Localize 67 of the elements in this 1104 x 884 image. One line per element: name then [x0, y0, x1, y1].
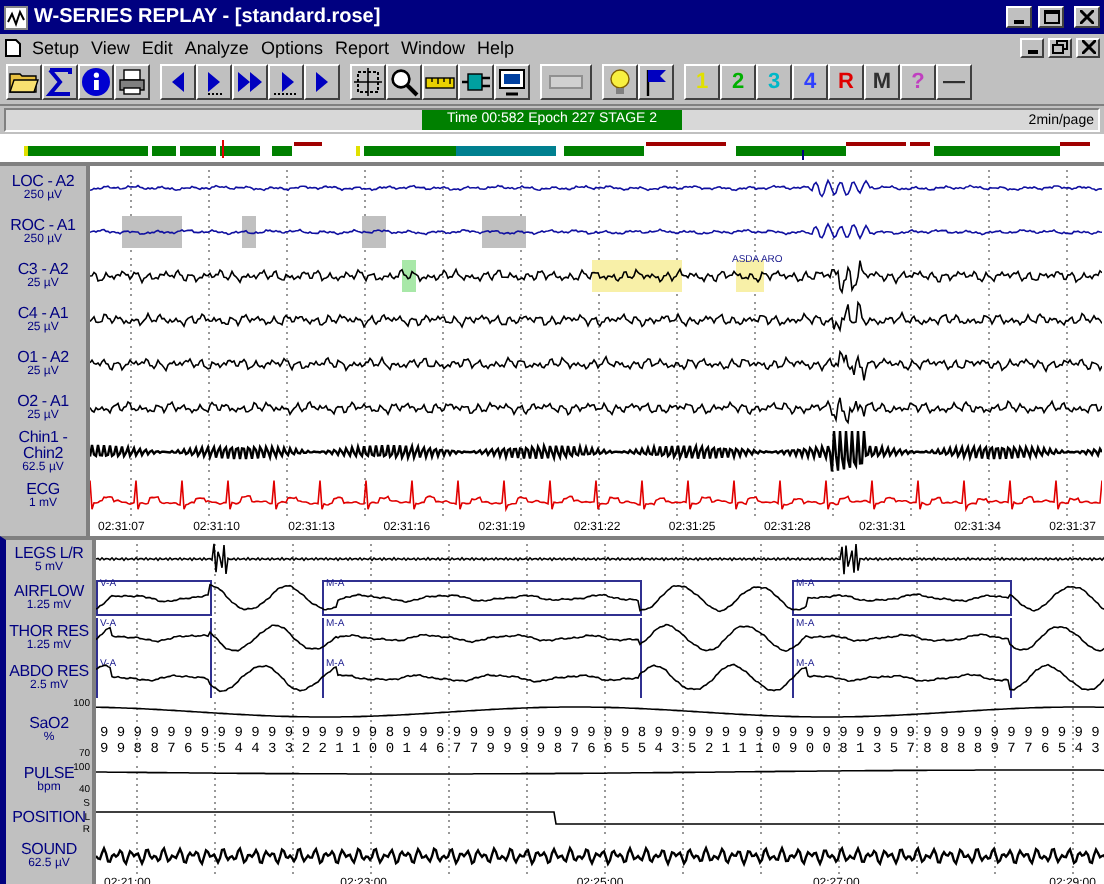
document-icon: [4, 37, 22, 57]
ruler-button[interactable]: [422, 64, 458, 100]
channel-name: PULSE: [23, 766, 75, 782]
close-icon: [1081, 40, 1095, 54]
magnifier-icon: [388, 66, 420, 98]
channel-name: LEGS L/R: [14, 545, 84, 561]
sum-icon: [44, 66, 76, 98]
menu-item[interactable]: Setup: [26, 37, 86, 57]
skip-arrow-icon: [270, 66, 302, 98]
channel-name: C3 - A2: [17, 262, 69, 278]
close-button[interactable]: [1074, 6, 1100, 28]
menu-item[interactable]: Help: [471, 37, 521, 57]
flag-button[interactable]: [638, 64, 674, 100]
channel-name: ABDO RES: [9, 664, 89, 680]
toolbar-key[interactable]: —: [936, 64, 972, 100]
channel-name: Chin1 - Chin2: [16, 430, 70, 462]
maximize-icon: [1043, 10, 1059, 24]
channel-name: ECG: [26, 482, 60, 498]
menu-item[interactable]: Edit: [135, 37, 179, 57]
channel-name: O1 - A2: [17, 350, 69, 366]
magnifier-button[interactable]: [386, 64, 422, 100]
channel-name: ROC - A1: [10, 218, 76, 234]
event-box: [96, 580, 212, 616]
close-icon: [1080, 10, 1094, 24]
channel-name: LOC - A2: [11, 174, 75, 190]
info-icon: [80, 66, 112, 98]
left-arrow-button[interactable]: [160, 64, 196, 100]
minimize-button[interactable]: [1020, 37, 1044, 57]
monitor-button[interactable]: [494, 64, 530, 100]
fast-forward-icon: [234, 66, 266, 98]
monitor-icon: [496, 66, 528, 98]
window-title: W-SERIES REPLAY - [standard.rose]: [34, 6, 383, 28]
printer-button[interactable]: [114, 64, 150, 100]
menu-item[interactable]: Report: [328, 37, 395, 57]
channel-name: C4 - A1: [17, 306, 69, 322]
app-icon: [4, 5, 28, 29]
bulb-icon: [604, 66, 636, 98]
blank-button[interactable]: [540, 64, 592, 100]
minimize-button[interactable]: [1006, 6, 1032, 28]
menu-item[interactable]: Analyze: [178, 37, 255, 57]
channel-name: AIRFLOW: [13, 584, 85, 600]
close-button[interactable]: [1076, 37, 1100, 57]
skip-arrow-button[interactable]: [268, 64, 304, 100]
folder-button[interactable]: [6, 64, 42, 100]
channel-name: O2 - A1: [17, 394, 69, 410]
menu-item[interactable]: View: [85, 37, 136, 57]
menu-item[interactable]: Options: [254, 37, 329, 57]
channel-name: SaO2: [29, 716, 69, 732]
fast-forward-button[interactable]: [232, 64, 268, 100]
plug-button[interactable]: [458, 64, 494, 100]
toolbar-key[interactable]: M: [864, 64, 900, 100]
maximize-button[interactable]: [1038, 6, 1064, 28]
printer-icon: [116, 66, 148, 98]
channel-name: THOR RES: [9, 624, 89, 640]
restore-button[interactable]: [1048, 37, 1072, 57]
blank-icon: [548, 72, 584, 92]
right-arrow-button[interactable]: [304, 64, 340, 100]
bulb-button[interactable]: [602, 64, 638, 100]
restore-icon: [1052, 40, 1068, 54]
info-button[interactable]: [78, 64, 114, 100]
menu-item[interactable]: Window: [394, 37, 471, 57]
step-arrow-button[interactable]: [196, 64, 232, 100]
channel-name: SOUND: [21, 842, 77, 858]
sum-button[interactable]: [42, 64, 78, 100]
channel-name: POSITION: [12, 810, 86, 826]
selection-button[interactable]: [350, 64, 386, 100]
selection-icon: [352, 66, 384, 98]
